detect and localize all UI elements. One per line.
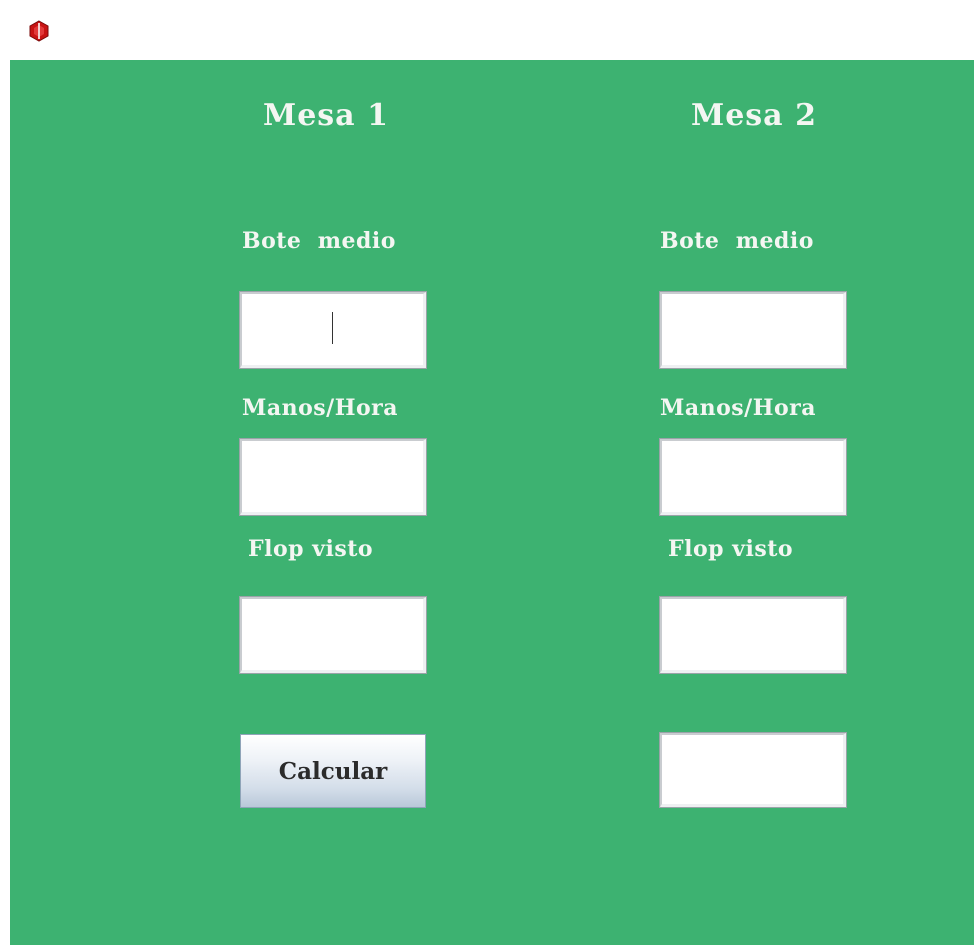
table2-title: Mesa 2 [691, 98, 817, 133]
table1-title: Mesa 1 [263, 98, 389, 133]
table1-hands-label: Manos/Hora [242, 395, 399, 421]
table1-flop-input[interactable] [240, 597, 426, 673]
title-bar [0, 0, 974, 60]
table1-flop-label: Flop visto [248, 536, 374, 562]
text-caret [332, 312, 333, 344]
table1-hands-input[interactable] [240, 439, 426, 515]
table2-hands-label: Manos/Hora [660, 395, 817, 421]
table2-flop-label: Flop visto [668, 536, 794, 562]
table2-pot-input[interactable] [660, 292, 846, 368]
table2-flop-input[interactable] [660, 597, 846, 673]
poker-chip-icon [29, 20, 49, 42]
table1-pot-field-wrapper [240, 292, 426, 368]
table1-pot-input[interactable] [240, 292, 426, 368]
table2-hands-input[interactable] [660, 439, 846, 515]
table1-pot-label: Bote medio [242, 228, 396, 254]
table2-pot-label: Bote medio [660, 228, 814, 254]
result-output-field[interactable] [660, 733, 846, 807]
calculate-button[interactable]: Calcular [240, 734, 426, 808]
main-panel: Mesa 1 Bote medio Manos/Hora Flop visto … [10, 60, 974, 945]
